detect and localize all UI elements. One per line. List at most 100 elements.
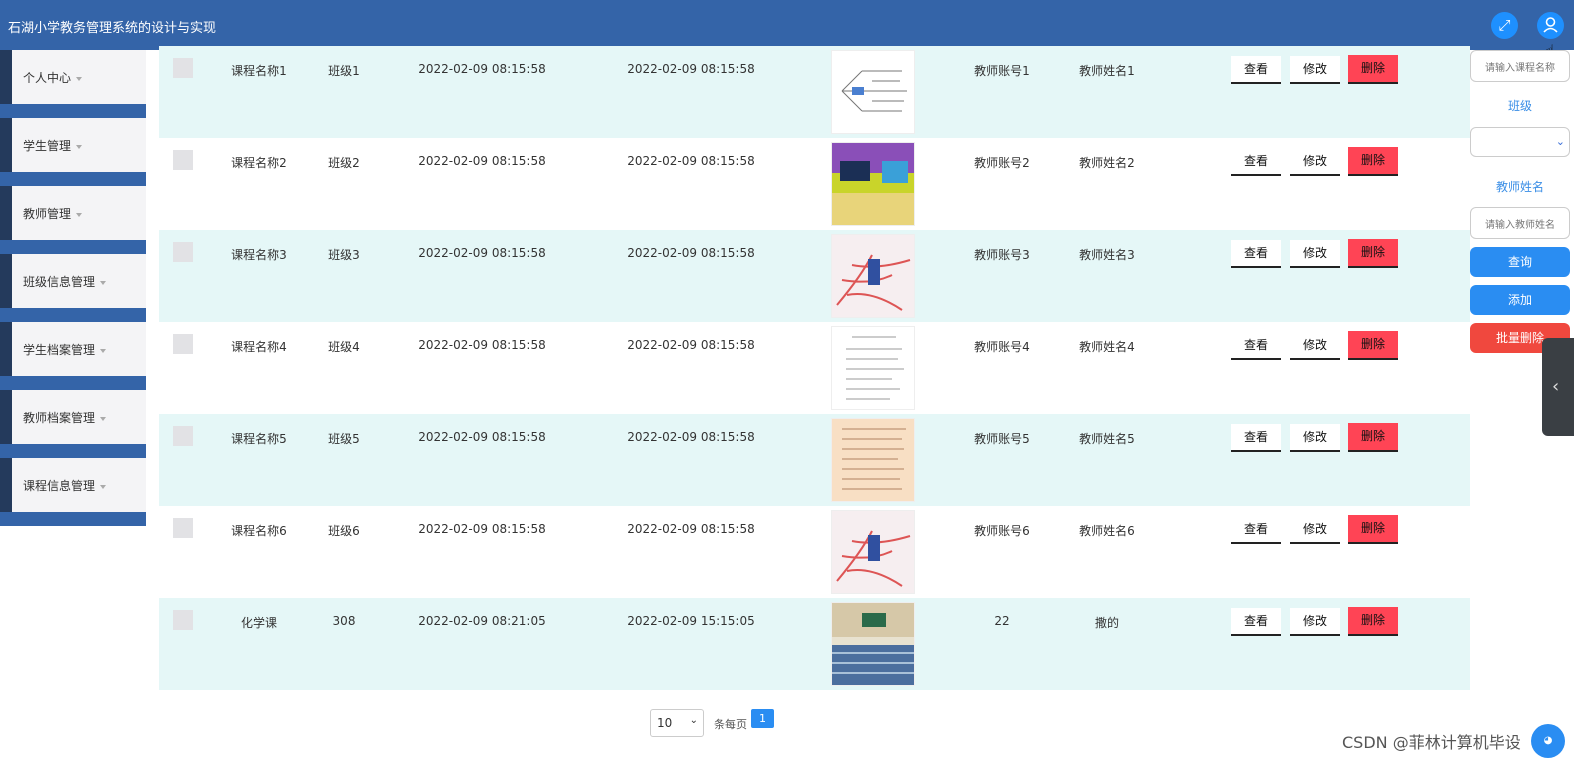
sidebar-item-student-archive[interactable]: 学生档案管理 bbox=[0, 322, 146, 390]
sidebar-band bbox=[0, 512, 146, 526]
caret-down-icon bbox=[76, 76, 83, 81]
delete-button[interactable]: 删除 bbox=[1348, 55, 1398, 84]
delete-button[interactable]: 删除 bbox=[1348, 331, 1398, 360]
delete-button[interactable]: 删除 bbox=[1348, 607, 1398, 636]
teacher-name-cell: 教师姓名4 bbox=[1079, 340, 1135, 354]
teacher-name-cell: 教师姓名5 bbox=[1079, 432, 1135, 446]
start-time-cell: 2022-02-09 08:15:58 bbox=[418, 522, 546, 536]
end-time-cell: 2022-02-09 08:15:58 bbox=[627, 338, 755, 352]
start-time-cell: 2022-02-09 08:15:58 bbox=[418, 62, 546, 76]
sidebar-item-personal-center[interactable]: 个人中心 bbox=[0, 50, 146, 118]
course-image bbox=[831, 418, 915, 502]
collapse-panel-chevron-icon[interactable]: ‹ bbox=[1542, 338, 1574, 436]
view-button[interactable]: 查看 bbox=[1231, 516, 1281, 544]
teacher-account-cell: 教师账号3 bbox=[974, 248, 1030, 262]
watermark: CSDN @菲林计算机毕设 bbox=[1342, 733, 1521, 752]
table-row: 课程名称6 班级6 2022-02-09 08:15:58 2022-02-09 08… bbox=[159, 506, 1470, 598]
caret-down-icon bbox=[100, 348, 107, 353]
edit-button[interactable]: 修改 bbox=[1290, 424, 1340, 452]
class-cell: 班级1 bbox=[328, 64, 360, 78]
delete-button[interactable]: 删除 bbox=[1348, 423, 1398, 452]
edit-button[interactable]: 修改 bbox=[1290, 608, 1340, 636]
row-checkbox[interactable] bbox=[173, 242, 193, 262]
sidebar-item-label: 学生档案管理 bbox=[23, 341, 107, 358]
sidebar-label-text: 教师管理 bbox=[23, 207, 72, 221]
sidebar-band bbox=[0, 308, 146, 322]
start-time-cell: 2022-02-09 08:21:05 bbox=[418, 614, 546, 628]
course-image bbox=[831, 234, 915, 318]
sidebar-item-student-management[interactable]: 学生管理 bbox=[0, 118, 146, 186]
add-button[interactable]: 添加 bbox=[1470, 285, 1570, 315]
table-row: 化学课 308 2022-02-09 08:21:05 2022-02-09 15:1… bbox=[159, 598, 1470, 690]
sidebar-label-text: 学生档案管理 bbox=[23, 343, 96, 357]
class-cell: 班级2 bbox=[328, 156, 360, 170]
teacher-account-cell: 教师账号4 bbox=[974, 340, 1030, 354]
sidebar: 个人中心 学生管理 教师管理 班级信息管理 学生档案管理 教师档案管理 课程信息… bbox=[0, 50, 146, 529]
table-row: 课程名称1 班级1 2022-02-09 08:15:58 2022-02-09 08… bbox=[159, 46, 1470, 138]
chevron-down-icon: ⌄ bbox=[1555, 135, 1565, 148]
class-cell: 308 bbox=[332, 614, 356, 628]
teacher-name-cell: 撒的 bbox=[1094, 616, 1119, 630]
end-time-cell: 2022-02-09 08:15:58 bbox=[627, 522, 755, 536]
edit-button[interactable]: 修改 bbox=[1290, 56, 1340, 84]
floating-help-icon[interactable]: ◕ bbox=[1531, 724, 1565, 758]
course-name-cell: 课程名称5 bbox=[231, 432, 287, 446]
delete-button[interactable]: 删除 bbox=[1348, 147, 1398, 176]
query-button[interactable]: 查询 bbox=[1470, 247, 1570, 277]
delete-button[interactable]: 删除 bbox=[1348, 239, 1398, 268]
start-time-cell: 2022-02-09 08:15:58 bbox=[418, 338, 546, 352]
teacher-account-cell: 22 bbox=[994, 614, 1010, 628]
course-image bbox=[831, 326, 915, 410]
user-icon[interactable] bbox=[1537, 12, 1564, 39]
sidebar-item-label: 个人中心 bbox=[23, 69, 83, 86]
sidebar-item-teacher-archive[interactable]: 教师档案管理 bbox=[0, 390, 146, 458]
view-button[interactable]: 查看 bbox=[1231, 56, 1281, 84]
view-button[interactable]: 查看 bbox=[1231, 608, 1281, 636]
course-name-input[interactable]: 请输入课程名称 bbox=[1470, 50, 1570, 82]
row-checkbox[interactable] bbox=[173, 334, 193, 354]
edit-button[interactable]: 修改 bbox=[1290, 240, 1340, 268]
end-time-cell: 2022-02-09 08:15:58 bbox=[627, 62, 755, 76]
row-checkbox[interactable] bbox=[173, 58, 193, 78]
teacher-name-cell: 教师姓名2 bbox=[1079, 156, 1135, 170]
course-name-cell: 课程名称1 bbox=[231, 64, 287, 78]
sidebar-label-text: 学生管理 bbox=[23, 139, 72, 153]
row-checkbox[interactable] bbox=[173, 426, 193, 446]
class-cell: 班级4 bbox=[328, 340, 360, 354]
table-row: 课程名称5 班级5 2022-02-09 08:15:58 2022-02-09 08… bbox=[159, 414, 1470, 506]
sidebar-item-label: 班级信息管理 bbox=[23, 273, 107, 290]
edit-button[interactable]: 修改 bbox=[1290, 332, 1340, 360]
sidebar-label-text: 课程信息管理 bbox=[23, 479, 96, 493]
row-checkbox[interactable] bbox=[173, 150, 193, 170]
sidebar-band bbox=[0, 376, 146, 390]
sidebar-band bbox=[0, 444, 146, 458]
page-size-select[interactable]: 10 ⌄ bbox=[650, 709, 704, 737]
page-size-value: 10 bbox=[657, 716, 673, 730]
class-select[interactable]: ⌄ bbox=[1470, 127, 1570, 157]
view-button[interactable]: 查看 bbox=[1231, 148, 1281, 176]
sidebar-item-teacher-management[interactable]: 教师管理 bbox=[0, 186, 146, 254]
course-image bbox=[831, 50, 915, 134]
end-time-cell: 2022-02-09 15:15:05 bbox=[627, 614, 755, 628]
edit-button[interactable]: 修改 bbox=[1290, 516, 1340, 544]
start-time-cell: 2022-02-09 08:15:58 bbox=[418, 430, 546, 444]
delete-button[interactable]: 删除 bbox=[1348, 515, 1398, 544]
edit-button[interactable]: 修改 bbox=[1290, 148, 1340, 176]
sidebar-item-class-info[interactable]: 班级信息管理 bbox=[0, 254, 146, 322]
view-button[interactable]: 查看 bbox=[1231, 240, 1281, 268]
teacher-name-input[interactable]: 请输入教师姓名 bbox=[1470, 207, 1570, 239]
page-number-button[interactable]: 1 bbox=[751, 709, 774, 728]
per-page-label: 条每页 bbox=[714, 718, 747, 731]
sidebar-label-text: 教师档案管理 bbox=[23, 411, 96, 425]
teacher-name-cell: 教师姓名6 bbox=[1079, 524, 1135, 538]
top-bar: 石湖小学教务管理系统的设计与实现 ⤢ bbox=[0, 0, 1574, 50]
chevron-down-icon: ⌄ bbox=[689, 715, 698, 726]
view-button[interactable]: 查看 bbox=[1231, 332, 1281, 360]
row-checkbox[interactable] bbox=[173, 518, 193, 538]
expand-icon[interactable]: ⤢ bbox=[1491, 12, 1518, 39]
row-checkbox[interactable] bbox=[173, 610, 193, 630]
table-row: 课程名称2 班级2 2022-02-09 08:15:58 2022-02-09 08… bbox=[159, 138, 1470, 230]
sidebar-item-label: 教师档案管理 bbox=[23, 409, 107, 426]
sidebar-item-course-info[interactable]: 课程信息管理 bbox=[0, 458, 146, 526]
view-button[interactable]: 查看 bbox=[1231, 424, 1281, 452]
